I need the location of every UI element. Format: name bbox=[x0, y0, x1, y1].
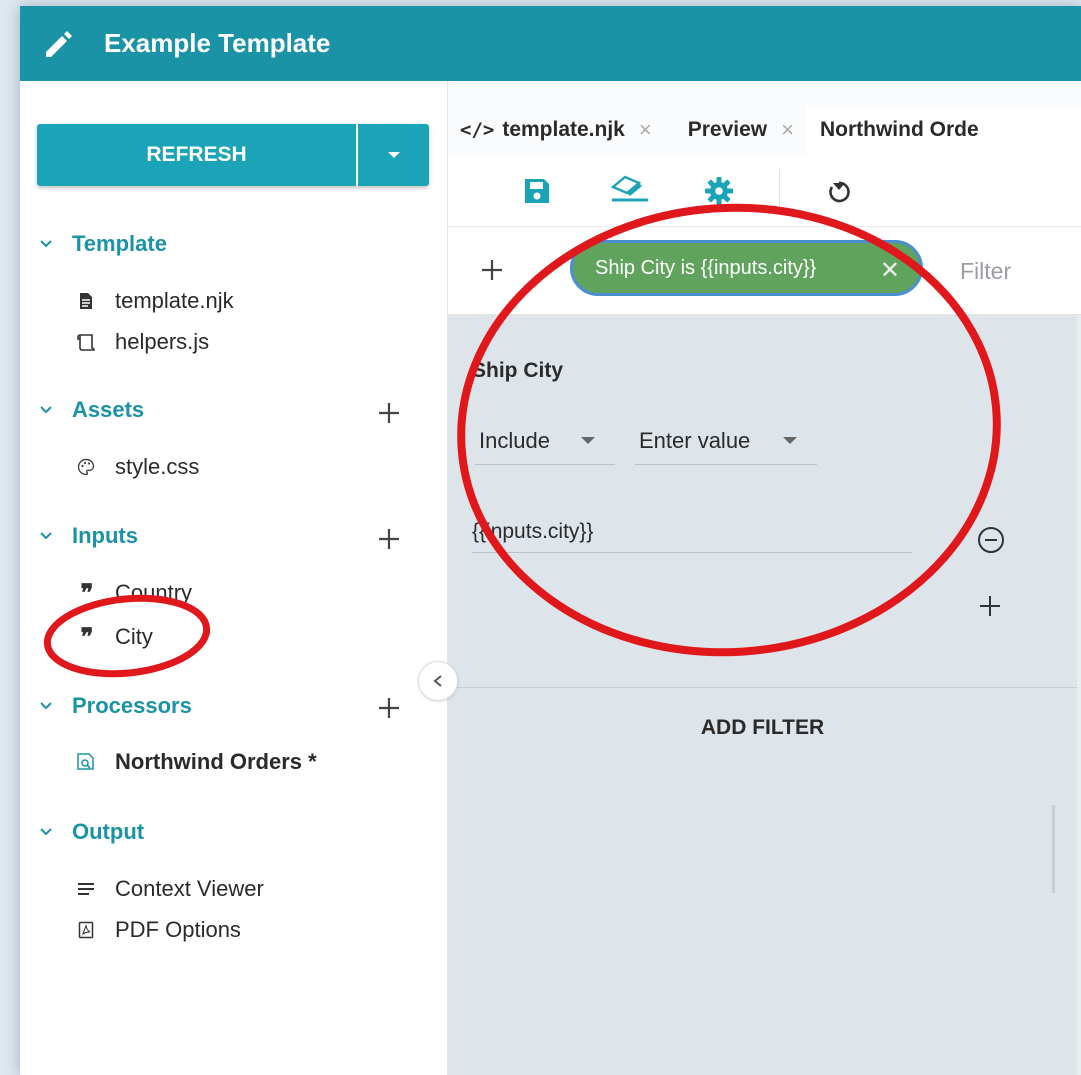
section-assets-label: Assets bbox=[72, 397, 145, 422]
refresh-button[interactable]: REFRESH bbox=[37, 124, 356, 186]
add-filter-button[interactable]: ADD FILTER bbox=[448, 707, 1077, 749]
template-title: Example Template bbox=[104, 28, 331, 58]
close-icon[interactable]: × bbox=[781, 117, 794, 143]
caret-down-icon bbox=[581, 437, 595, 444]
add-value-plus-icon[interactable] bbox=[977, 593, 1003, 619]
caret-down-icon bbox=[387, 152, 400, 158]
sidebar-item-label: Context Viewer bbox=[115, 876, 264, 901]
filter-value-field[interactable]: {{inputs.city}} bbox=[472, 511, 912, 553]
sidebar-item-context-viewer[interactable]: Context Viewer bbox=[76, 876, 264, 902]
quote-icon: ❞ bbox=[80, 578, 94, 607]
sidebar-item-label: style.css bbox=[115, 454, 200, 479]
save-button[interactable] bbox=[520, 174, 554, 208]
section-assets[interactable]: Assets bbox=[38, 397, 144, 423]
section-output-label: Output bbox=[72, 819, 145, 844]
chevron-down-icon bbox=[40, 532, 52, 540]
filter-editor-panel: Ship City Include Enter value {{inputs.c… bbox=[448, 315, 1081, 1075]
list-icon bbox=[76, 879, 96, 899]
toolbar-separator bbox=[779, 169, 780, 213]
undo-icon bbox=[829, 181, 850, 203]
sidebar-item-label: PDF Options bbox=[115, 917, 241, 942]
script-icon bbox=[76, 332, 96, 352]
chevron-down-icon bbox=[40, 406, 52, 414]
sidebar-item-city[interactable]: ❞ City bbox=[76, 624, 153, 650]
add-input-plus-icon[interactable] bbox=[376, 526, 402, 552]
chevron-down-icon bbox=[40, 240, 52, 248]
refresh-dropdown-button[interactable] bbox=[358, 124, 429, 186]
panel-edge bbox=[1077, 315, 1081, 1075]
filter-bar: Ship City is {{inputs.city}} ✕ bbox=[448, 227, 1081, 315]
sidebar-item-helpers-js[interactable]: helpers.js bbox=[76, 329, 209, 355]
search-document-icon bbox=[76, 752, 96, 772]
tab-label: Preview bbox=[687, 118, 768, 141]
section-inputs[interactable]: Inputs bbox=[38, 523, 138, 549]
toolbar bbox=[448, 155, 1081, 227]
filter-mode-value: Include bbox=[479, 427, 550, 453]
panel-divider bbox=[448, 687, 1077, 688]
code-icon: </> bbox=[460, 119, 495, 141]
sidebar-item-style-css[interactable]: style.css bbox=[76, 454, 199, 480]
close-icon[interactable]: × bbox=[639, 117, 652, 143]
sidebar-item-label: template.njk bbox=[115, 288, 234, 313]
add-filter-plus-icon[interactable] bbox=[480, 258, 504, 282]
section-inputs-label: Inputs bbox=[72, 523, 138, 548]
app-header: Example Template bbox=[20, 6, 1081, 81]
tab-label: Northwind Orde bbox=[819, 118, 979, 141]
editor-tabs: </> template.njk × Preview × Northwind O… bbox=[448, 105, 1081, 155]
tab-northwind-orders[interactable]: Northwind Orde bbox=[805, 105, 1081, 155]
tab-preview[interactable]: Preview × bbox=[664, 105, 806, 155]
gear-icon bbox=[705, 177, 733, 205]
remove-value-icon[interactable] bbox=[976, 525, 1006, 555]
tab-template-njk[interactable]: </> template.njk × bbox=[448, 105, 664, 155]
filter-value-type-value: Enter value bbox=[639, 427, 751, 453]
section-template[interactable]: Template bbox=[38, 231, 167, 257]
filter-chip-label: Ship City is {{inputs.city}} bbox=[595, 256, 817, 279]
section-processors-label: Processors bbox=[72, 693, 192, 718]
chevron-down-icon bbox=[40, 702, 52, 710]
collapse-sidebar-button[interactable] bbox=[418, 661, 458, 701]
clear-format-button[interactable] bbox=[608, 172, 652, 206]
tab-label: template.njk bbox=[502, 118, 625, 141]
sidebar-item-northwind-orders[interactable]: Northwind Orders * bbox=[76, 749, 317, 775]
filter-value-type-select[interactable]: Enter value bbox=[635, 417, 817, 465]
filter-input[interactable] bbox=[960, 253, 1081, 289]
palette-icon bbox=[76, 457, 96, 477]
sidebar-item-label: Northwind Orders * bbox=[115, 749, 317, 774]
save-icon bbox=[525, 179, 549, 203]
pencil-icon[interactable] bbox=[38, 24, 78, 64]
main-area: </> template.njk × Preview × Northwind O… bbox=[448, 81, 1081, 1075]
sidebar-item-label: helpers.js bbox=[115, 329, 210, 354]
filter-value-text: {{inputs.city}} bbox=[472, 519, 594, 543]
filter-mode-select[interactable]: Include bbox=[475, 417, 615, 465]
add-processor-plus-icon[interactable] bbox=[376, 695, 402, 721]
sidebar-item-pdf-options[interactable]: PDF Options bbox=[76, 917, 241, 943]
file-icon bbox=[76, 291, 96, 311]
settings-button[interactable] bbox=[702, 174, 736, 208]
filter-chip[interactable]: Ship City is {{inputs.city}} ✕ bbox=[570, 240, 923, 296]
section-processors[interactable]: Processors bbox=[38, 693, 192, 719]
close-icon[interactable]: ✕ bbox=[880, 256, 900, 285]
caret-down-icon bbox=[783, 437, 797, 444]
chevron-left-icon bbox=[433, 675, 442, 687]
pdf-icon bbox=[76, 920, 96, 940]
undo-button[interactable] bbox=[822, 174, 856, 208]
sidebar-item-country[interactable]: ❞ Country bbox=[76, 578, 193, 607]
app-window: Example Template REFRESH Template templa… bbox=[20, 6, 1081, 1075]
scrollbar-thumb[interactable] bbox=[1052, 805, 1055, 893]
sidebar-item-label: Country bbox=[115, 580, 193, 605]
sidebar-item-label: City bbox=[115, 624, 153, 649]
filter-field-label: Ship City bbox=[472, 359, 564, 382]
clear-format-icon bbox=[610, 175, 648, 202]
sidebar: REFRESH Template template.njk helpers.js bbox=[20, 81, 447, 1075]
quote-icon: ❞ bbox=[80, 622, 94, 651]
chevron-down-icon bbox=[40, 828, 52, 836]
refresh-button-group: REFRESH bbox=[37, 124, 429, 186]
section-template-label: Template bbox=[72, 231, 167, 256]
sidebar-item-template-njk[interactable]: template.njk bbox=[76, 288, 234, 314]
add-asset-plus-icon[interactable] bbox=[376, 400, 402, 426]
section-output[interactable]: Output bbox=[38, 819, 144, 845]
